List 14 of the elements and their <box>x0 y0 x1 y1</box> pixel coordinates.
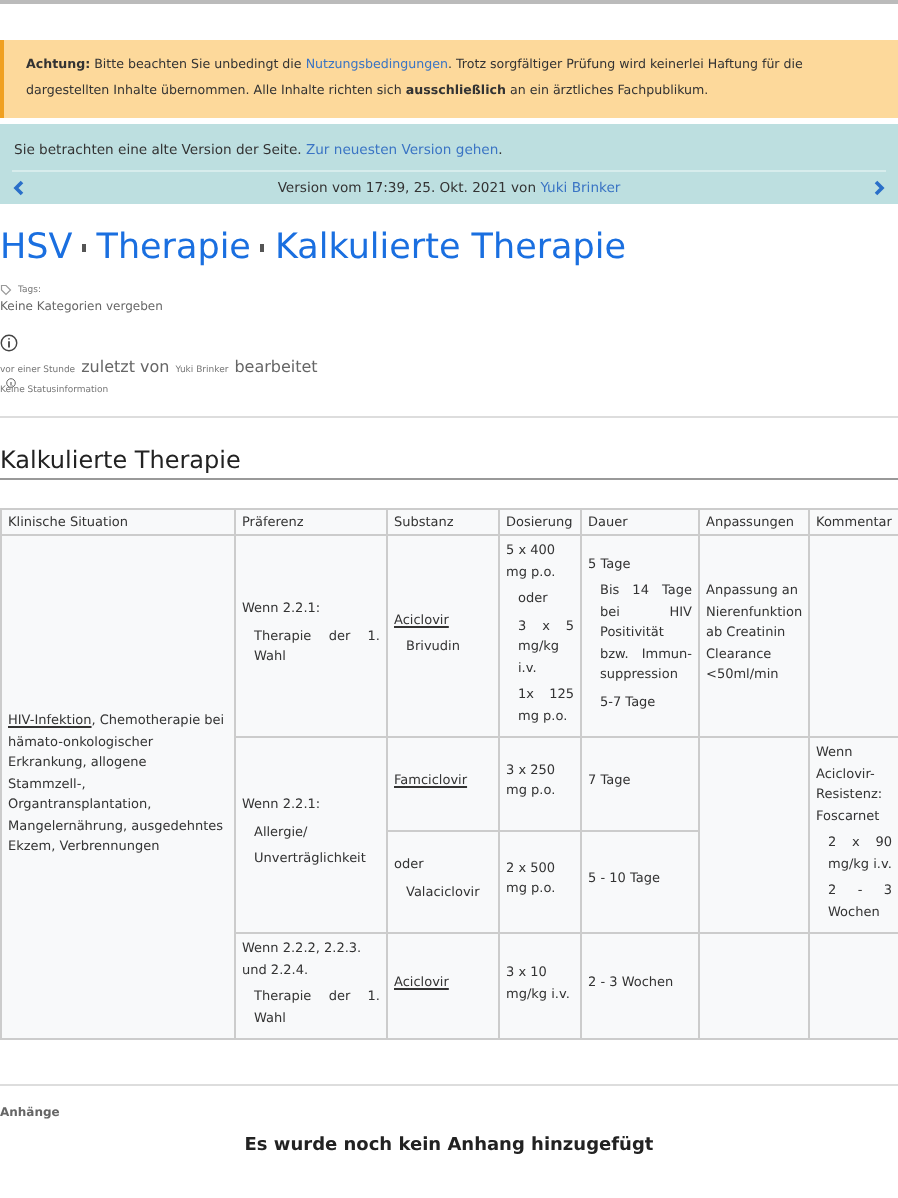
edited-by-text: zuletzt von <box>81 358 170 376</box>
info-icon <box>0 334 18 352</box>
breadcrumb-link[interactable]: Therapie <box>96 228 251 268</box>
breadcrumb-link[interactable]: Kalkulierte Therapie <box>274 228 626 268</box>
next-icon[interactable] <box>874 180 886 196</box>
tag-icon <box>0 284 12 296</box>
info-icon <box>6 378 16 388</box>
separator-icon <box>82 244 87 252</box>
section-heading: Kalkulierte Therapie <box>0 446 898 480</box>
no-attachments-message: Es wurde noch kein Anhang hinzugefügt <box>242 1136 656 1156</box>
breadcrumb-link[interactable]: HSV <box>0 228 73 268</box>
edited-text: bearbeitet <box>234 358 318 376</box>
previous-icon[interactable] <box>12 180 24 196</box>
separator-icon <box>260 244 265 252</box>
